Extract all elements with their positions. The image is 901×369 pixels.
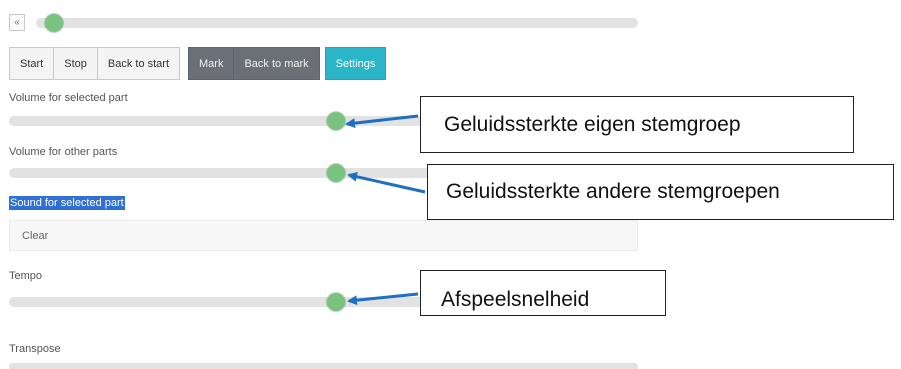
arrow-own-voice bbox=[345, 114, 419, 129]
arrow-other-voices bbox=[347, 171, 426, 194]
arrow-playback-speed bbox=[347, 292, 419, 306]
annotation-arrows bbox=[345, 114, 426, 306]
